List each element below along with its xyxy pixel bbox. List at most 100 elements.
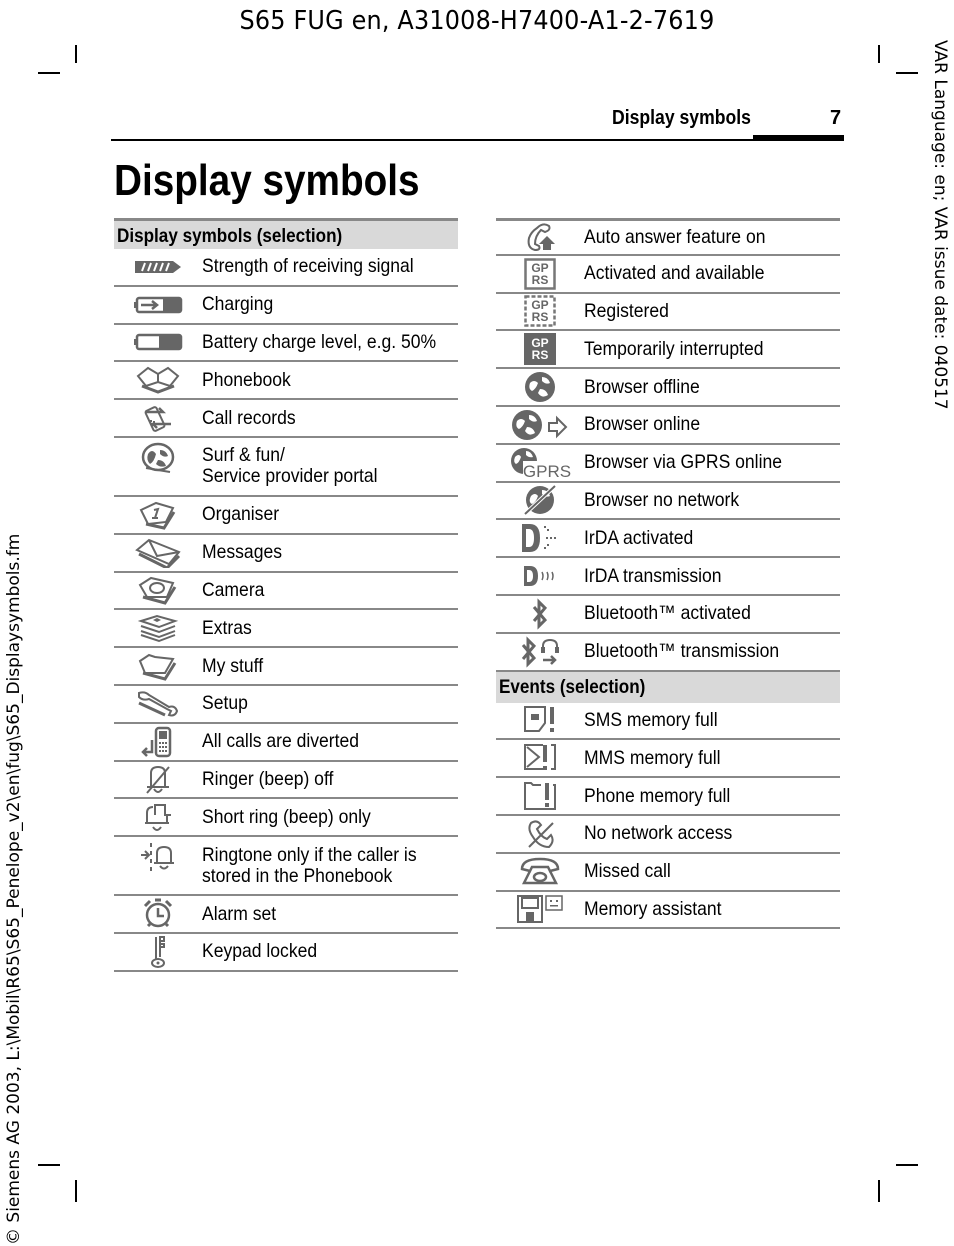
row-label: Camera [202,578,265,601]
events-section-heading: Events (selection) [496,671,840,703]
auto-answer-icon [496,222,584,252]
table-row: Auto answer feature on [496,218,840,256]
row-label: Browser no network [584,488,740,511]
irda-activated-icon [496,522,584,554]
table-row: GPRS Browser via GPRS online [496,445,840,483]
table-row: Messages [114,535,458,573]
row-label: All calls are diverted [202,730,360,753]
row-label: Temporarily interrupted [584,337,764,360]
table-row: Browser no network [496,483,840,521]
row-label: My stuff [202,654,264,677]
sms-full-icon [496,705,584,735]
table-row: Alarm set [114,896,458,934]
row-label: Browser online [584,413,701,436]
row-label-line2: Service provider portal [202,465,378,488]
memory-assistant-icon [496,894,584,924]
row-label: No network access [584,822,733,845]
surf-fun-icon [114,438,202,474]
row-label: Strength of receiving signal [202,255,414,278]
row-label: Battery charge level, e.g. 50% [202,330,437,353]
row-label: Memory assistant [584,897,722,920]
call-divert-icon [114,726,202,758]
browser-gprs-icon: GPRS [496,447,584,479]
crop-mark [75,45,77,63]
row-label: Browser offline [584,375,700,398]
table-row: Surf & fun/Service provider portal [114,438,458,497]
running-head: Display symbols [612,107,751,129]
table-row: Charging [114,287,458,325]
header-rule-accent [753,135,844,140]
row-label: Alarm set [202,902,277,925]
call-records-icon [114,402,202,434]
page-title: Display symbols [114,156,420,205]
table-row: My stuff [114,648,458,686]
row-label: Phonebook [202,368,291,391]
extras-icon [114,613,202,643]
table-row: Browser offline [496,369,840,407]
table-row: IrDA transmission [496,558,840,596]
page-number: 7 [830,107,842,129]
section-heading: Display symbols (selection) [114,218,458,249]
row-label: Bluetooth™ transmission [584,640,780,663]
file-path-margin-text: © Siemens AG 2003, L:\Mobil\R65\S65_Pene… [4,533,24,1245]
table-row: Memory assistant [496,892,840,930]
section-heading-text: Display symbols (selection) [117,226,343,247]
header-rule [111,139,844,141]
row-label: Browser via GPRS online [584,451,783,474]
browser-online-icon [496,409,584,441]
svg-text:RS: RS [532,310,549,324]
table-row: Browser online [496,407,840,445]
crop-mark [38,72,60,74]
charging-icon [114,296,202,314]
table-row: No network access [496,816,840,854]
browser-offline-icon [496,371,584,403]
table-row: Short ring (beep) only [114,799,458,838]
row-label: Missed call [584,860,671,883]
gprs-registered-icon: GP RS [496,295,584,328]
row-label-line1: Surf & fun/ [202,444,285,467]
document-id-header: S65 FUG en, A31008-H7400-A1-2-7619 [239,6,715,36]
browser-no-network-icon [496,484,584,516]
row-label: Short ring (beep) only [202,805,371,828]
phonebook-icon [114,366,202,394]
row-label-line2: stored in the Phonebook [202,864,393,887]
table-row: Missed call [496,854,840,892]
short-ring-icon [114,801,202,833]
row-label: IrDA transmission [584,564,722,587]
table-row: IrDA activated [496,520,840,559]
crop-mark [896,72,918,74]
table-row: SMS memory full [496,703,840,741]
row-label: Auto answer feature on [584,225,766,248]
table-row: MMS memory full [496,740,840,779]
gprs-interrupted-icon: GP RS [496,333,584,366]
row-label: Setup [202,692,248,715]
alarm-icon [114,898,202,930]
row-label: Charging [202,293,274,316]
issue-date-margin-text: VAR Language: en; VAR issue date: 040517 [930,40,950,410]
table-row: Keypad locked [114,934,458,972]
bluetooth-icon [496,598,584,630]
display-symbols-table: Display symbols (selection) Strength of … [114,218,458,972]
table-row: Organiser [114,497,458,535]
table-row: Ringer (beep) off [114,762,458,800]
mms-full-icon [496,743,584,773]
table-row: All calls are diverted [114,724,458,762]
organiser-icon [114,500,202,530]
my-stuff-icon [114,651,202,681]
row-label: Messages [202,541,282,564]
table-row: Setup [114,686,458,724]
row-label: Keypad locked [202,940,318,963]
table-row: GP RS Temporarily interrupted [496,331,840,370]
no-network-icon [496,819,584,849]
ringer-off-icon [114,763,202,795]
battery-icon [114,333,202,351]
crop-mark [878,45,880,63]
crop-mark [896,1164,918,1166]
missed-call-icon [496,857,584,887]
row-label: SMS memory full [584,708,718,731]
svg-text:RS: RS [532,273,549,287]
table-row: Bluetooth™ transmission [496,634,840,672]
row-label: Extras [202,616,252,639]
row-label: Ringtone only if the caller is stored in … [202,844,417,887]
table-row: Phone memory full [496,778,840,816]
